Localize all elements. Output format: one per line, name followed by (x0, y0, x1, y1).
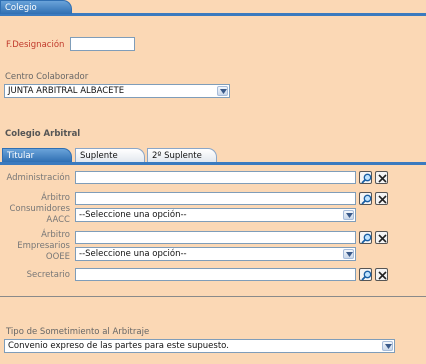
arbitro-empresarios-label-line1: Árbitro (41, 230, 70, 240)
designacion-input[interactable] (70, 37, 135, 51)
arbitro-empresarios-label-line3: OOEE (45, 252, 70, 262)
administracion-input[interactable] (75, 171, 356, 184)
sometimiento-label: Tipo de Sometimiento al Arbitraje (6, 327, 150, 337)
arbitro-consumidores-input[interactable] (75, 192, 356, 205)
sometimiento-select-value: Convenio expreso de las partes para este… (8, 341, 229, 351)
arbitro-consumidores-label-line3: AACC (46, 215, 70, 225)
chevron-down-icon (382, 341, 393, 351)
tab-suplente[interactable]: Suplente (75, 148, 145, 162)
arbitro-consumidores-label-line2: Consumidores (9, 204, 70, 214)
centro-select-value: JUNTA ARBITRAL ALBACETE (8, 86, 125, 96)
close-icon[interactable] (375, 231, 388, 244)
arbitro-consumidores-select[interactable]: --Seleccione una opción-- (75, 208, 356, 222)
arbitro-empresarios-input[interactable] (75, 231, 356, 244)
tab-titular[interactable]: Titular (2, 148, 72, 162)
arbitro-consumidores-label-line1: Árbitro (41, 193, 70, 203)
administracion-label: Administración (6, 173, 70, 183)
chevron-down-icon (343, 249, 354, 259)
tab-colegio-label: Colegio (5, 3, 37, 13)
arbitro-consumidores-label: Árbitro Consumidores AACC (0, 193, 70, 226)
search-icon[interactable] (359, 231, 372, 244)
search-icon[interactable] (359, 268, 372, 281)
chevron-down-icon (217, 86, 228, 96)
close-icon[interactable] (375, 268, 388, 281)
secretario-input[interactable] (75, 268, 356, 281)
designacion-label: F.Designación (6, 40, 65, 50)
close-icon[interactable] (375, 171, 388, 184)
search-icon[interactable] (359, 192, 372, 205)
tab-colegio[interactable]: Colegio (0, 0, 72, 14)
centro-select[interactable]: JUNTA ARBITRAL ALBACETE (4, 84, 230, 98)
sometimiento-select[interactable]: Convenio expreso de las partes para este… (4, 339, 395, 353)
arbitro-empresarios-select-value: --Seleccione una opción-- (79, 249, 187, 259)
tab-suplente-label: Suplente (80, 151, 118, 161)
close-icon[interactable] (375, 192, 388, 205)
colegio-title: Colegio Arbitral (5, 129, 81, 139)
secretario-label: Secretario (26, 270, 70, 280)
tab-titular-label: Titular (7, 151, 35, 161)
arbitro-consumidores-select-value: --Seleccione una opción-- (79, 210, 187, 220)
chevron-down-icon (343, 210, 354, 220)
arbitro-empresarios-label-line2: Empresarios (17, 241, 70, 251)
arbitro-empresarios-select[interactable]: --Seleccione una opción-- (75, 247, 356, 261)
search-icon[interactable] (359, 171, 372, 184)
tab-2-suplente[interactable]: 2º Suplente (147, 148, 217, 162)
centro-label: Centro Colaborador (5, 72, 89, 82)
arbitro-empresarios-label: Árbitro Empresarios OOEE (0, 230, 70, 263)
tab-2-suplente-label: 2º Suplente (152, 151, 202, 161)
